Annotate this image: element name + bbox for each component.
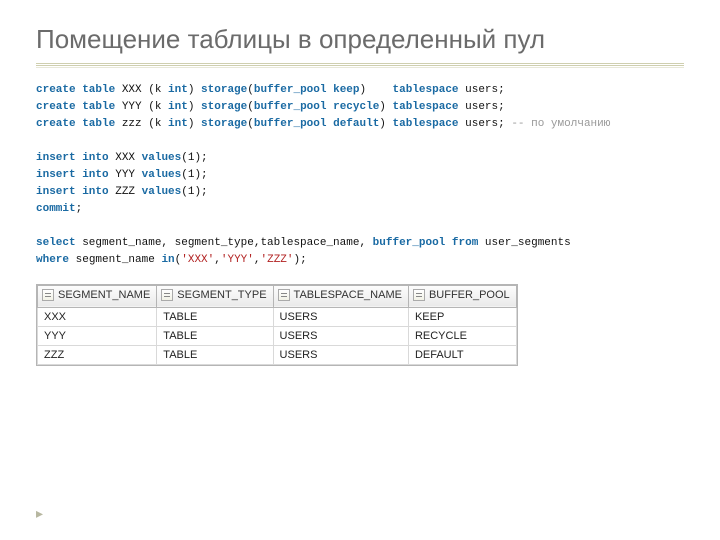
column-header-label: BUFFER_POOL <box>429 289 510 301</box>
code-token: values <box>142 186 182 198</box>
column-header: TABLESPACE_NAME <box>273 285 408 307</box>
code-token: ) <box>360 84 393 96</box>
code-token: ( <box>247 84 254 96</box>
table-cell-highlighted: RECYCLE <box>408 326 516 345</box>
title-underline <box>36 63 684 68</box>
table-cell: TABLE <box>157 345 273 364</box>
column-header-label: SEGMENT_TYPE <box>177 289 266 301</box>
code-token: tablespace <box>393 84 459 96</box>
code-token: tablespace <box>393 101 459 113</box>
column-header: SEGMENT_TYPE <box>157 285 273 307</box>
page-title: Помещение таблицы в определенный пул <box>36 24 684 55</box>
code-token: storage <box>201 101 247 113</box>
table-row: ZZZ TABLE USERS DEFAULT <box>38 345 517 364</box>
column-header-label: TABLESPACE_NAME <box>294 289 402 301</box>
code-token: ) <box>379 101 392 113</box>
table-cell: XXX <box>38 307 157 326</box>
code-token: ) <box>188 84 201 96</box>
table-cell: USERS <box>273 307 408 326</box>
code-token: storage <box>201 84 247 96</box>
code-token: buffer_pool keep <box>254 84 360 96</box>
sql-code-block: create table XXX (k int) storage(buffer_… <box>36 82 684 270</box>
results-table: SEGMENT_NAME SEGMENT_TYPE TABLESPACE_NAM… <box>36 284 518 366</box>
column-type-icon <box>42 289 54 301</box>
code-token: XXX <box>109 152 142 164</box>
code-token: insert into <box>36 169 109 181</box>
table-cell-highlighted: DEFAULT <box>408 345 516 364</box>
code-token: ; <box>76 203 83 215</box>
code-token: where <box>36 254 69 266</box>
code-token: zzz (k <box>115 118 168 130</box>
code-token: 'XXX' <box>181 254 214 266</box>
code-token: 'ZZZ' <box>261 254 294 266</box>
code-token: ZZZ <box>109 186 142 198</box>
slide-arrow-icon: ▸ <box>36 505 43 522</box>
code-token: buffer_pool recycle <box>254 101 379 113</box>
code-token: ( <box>247 118 254 130</box>
code-token: users; <box>459 101 505 113</box>
code-token: create table <box>36 118 115 130</box>
code-token: select <box>36 237 76 249</box>
column-type-icon <box>413 289 425 301</box>
code-token: user_segments <box>478 237 570 249</box>
code-token: create table <box>36 101 115 113</box>
code-token: insert into <box>36 152 109 164</box>
code-token: tablespace <box>393 118 459 130</box>
code-token: users; <box>459 84 505 96</box>
code-token: ) <box>379 118 392 130</box>
code-token: create table <box>36 84 115 96</box>
code-token: storage <box>201 118 247 130</box>
column-type-icon <box>161 289 173 301</box>
code-token: int <box>168 101 188 113</box>
code-token: buffer_pool default <box>254 118 379 130</box>
code-token: XXX (k <box>115 84 168 96</box>
table-cell: TABLE <box>157 326 273 345</box>
code-token: 'YYY' <box>221 254 254 266</box>
code-token: buffer_pool from <box>373 237 479 249</box>
code-token: YYY (k <box>115 101 168 113</box>
table-cell: TABLE <box>157 307 273 326</box>
column-header-label: SEGMENT_NAME <box>58 289 150 301</box>
code-token: ) <box>188 101 201 113</box>
table-cell-highlighted: KEEP <box>408 307 516 326</box>
code-token: values <box>142 152 182 164</box>
code-token: int <box>168 118 188 130</box>
column-header: SEGMENT_NAME <box>38 285 157 307</box>
table-row: XXX TABLE USERS KEEP <box>38 307 517 326</box>
table-cell: USERS <box>273 326 408 345</box>
code-token: int <box>168 84 188 96</box>
code-comment: -- по умолчанию <box>511 118 610 130</box>
code-token: users; <box>459 118 512 130</box>
code-token: YYY <box>109 169 142 181</box>
table-cell: YYY <box>38 326 157 345</box>
code-token: ( <box>247 101 254 113</box>
table-cell: USERS <box>273 345 408 364</box>
code-token: (1); <box>181 169 207 181</box>
code-token: , <box>214 254 221 266</box>
code-token: segment_name <box>69 254 161 266</box>
code-token: (1); <box>181 152 207 164</box>
column-type-icon <box>278 289 290 301</box>
code-token: in <box>161 254 174 266</box>
code-token: values <box>142 169 182 181</box>
table-row: YYY TABLE USERS RECYCLE <box>38 326 517 345</box>
code-token: ); <box>294 254 307 266</box>
code-token: segment_name, segment_type,tablespace_na… <box>76 237 373 249</box>
code-token: insert into <box>36 186 109 198</box>
code-token: (1); <box>181 186 207 198</box>
table-header-row: SEGMENT_NAME SEGMENT_TYPE TABLESPACE_NAM… <box>38 285 517 307</box>
code-token: ) <box>188 118 201 130</box>
column-header-highlighted: BUFFER_POOL <box>408 285 516 307</box>
code-token: , <box>254 254 261 266</box>
table-cell: ZZZ <box>38 345 157 364</box>
code-token: commit <box>36 203 76 215</box>
